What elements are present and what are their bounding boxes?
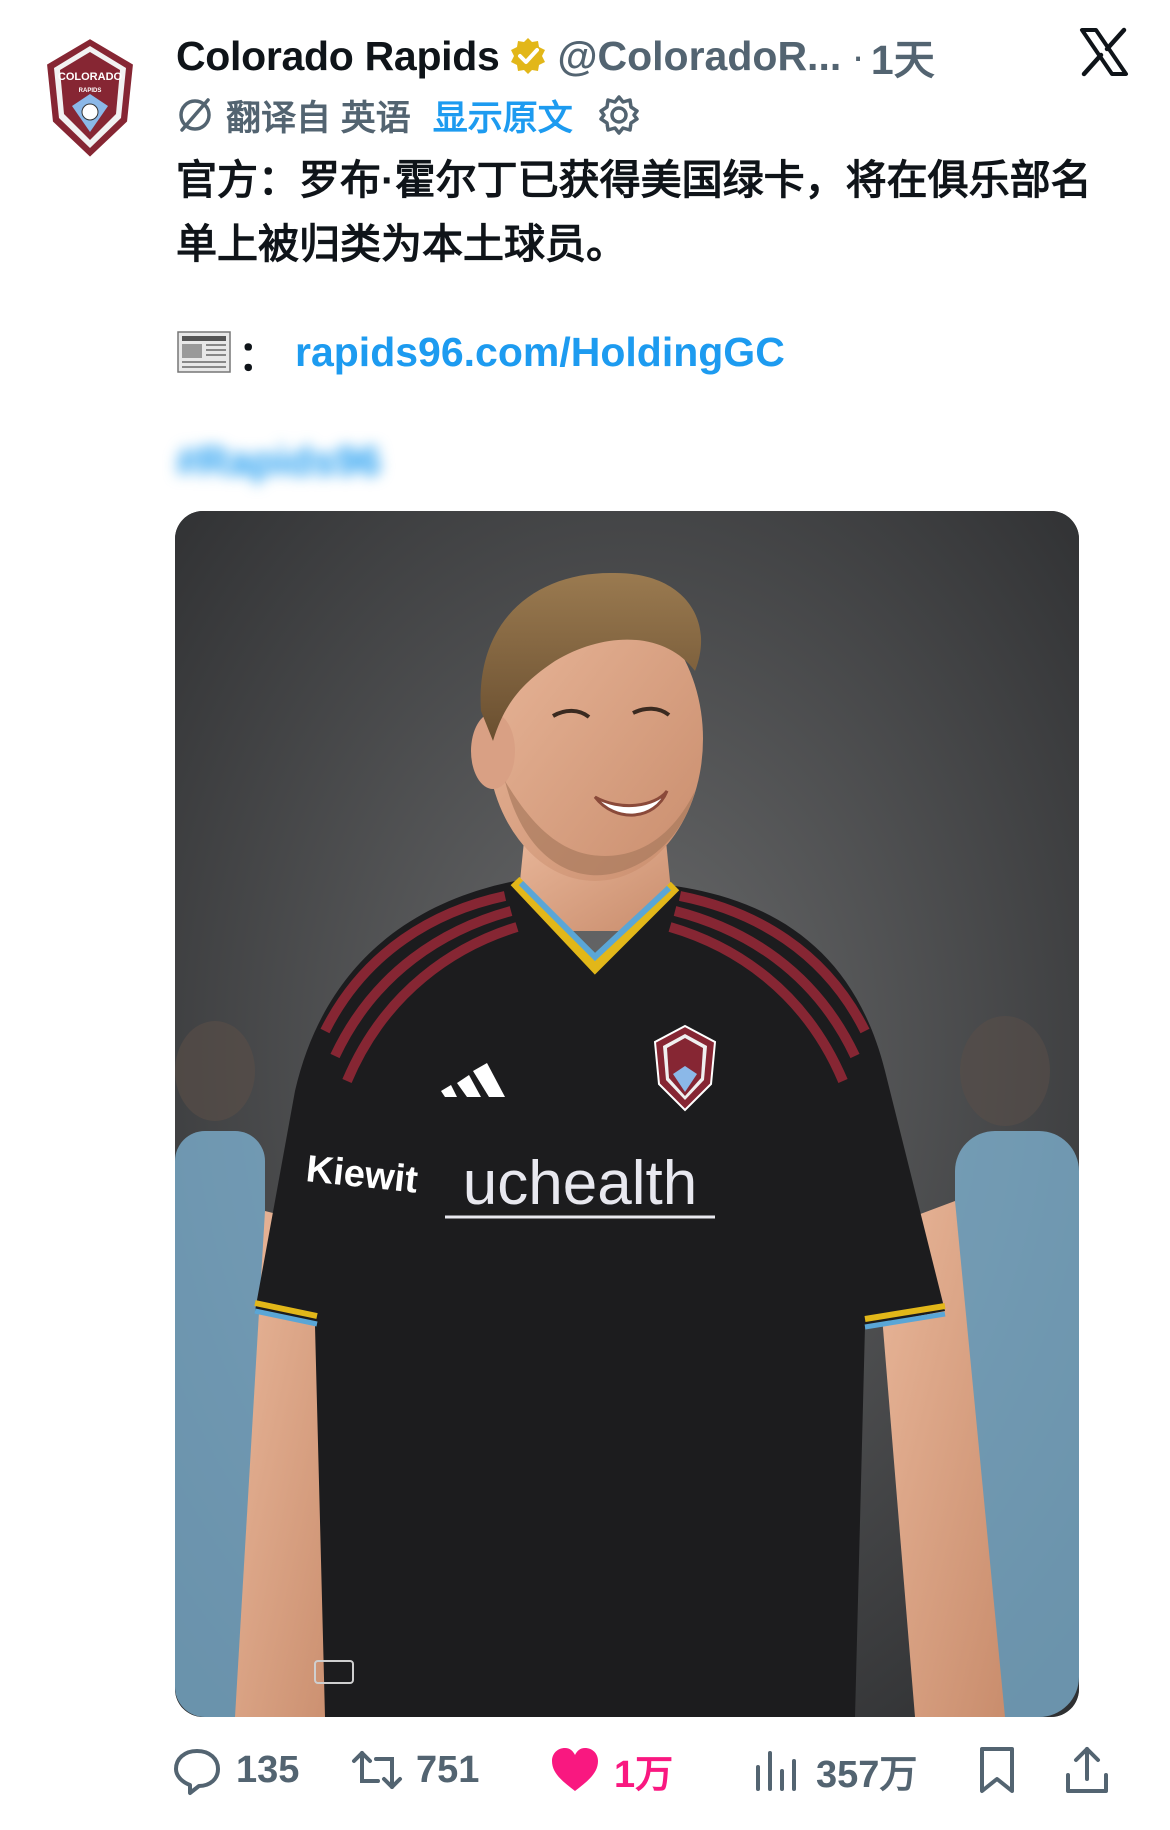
views-count: 357万 xyxy=(816,1753,918,1796)
like-button[interactable]: 1万 xyxy=(548,1735,673,1805)
like-heart-icon xyxy=(552,1748,598,1791)
hashtag-link[interactable]: #Rapids96 xyxy=(176,438,381,494)
tweet-text: 官方：罗布·霍尔丁已获得美国绿卡，将在俱乐部名单上被归类为本土球员。 xyxy=(176,157,1092,267)
author-avatar[interactable]: COLORADO RAPIDS xyxy=(44,36,136,160)
bookmark-icon xyxy=(980,1747,1014,1793)
translated-from-label: 翻译自 英语 xyxy=(226,98,411,138)
share-button[interactable] xyxy=(1060,1735,1114,1805)
views-button[interactable]: 357万 xyxy=(750,1735,917,1805)
translation-bar: 翻译自 英语 显示原文 xyxy=(176,90,641,140)
separator-dot: · xyxy=(851,32,865,79)
reply-button[interactable]: 135 xyxy=(170,1735,299,1805)
like-count: 1万 xyxy=(614,1753,674,1796)
bookmark-button[interactable] xyxy=(970,1735,1024,1805)
avatar-logo-subtext: RAPIDS xyxy=(79,88,102,94)
tweet-actions: 135 751 1万 357万 xyxy=(170,1735,1150,1805)
link-row: ： rapids96.com/HoldingGC xyxy=(176,320,785,384)
avatar-logo-text: COLORADO xyxy=(58,71,123,83)
x-logo-icon[interactable] xyxy=(1078,26,1130,78)
author-name[interactable]: Colorado Rapids xyxy=(176,33,500,80)
share-icon xyxy=(1066,1747,1108,1793)
verified-badge-icon xyxy=(510,38,545,74)
jersey-sponsor-text: uchealth xyxy=(463,1149,697,1218)
views-chart-icon xyxy=(756,1751,796,1791)
link-colon: ： xyxy=(238,333,279,379)
reply-icon xyxy=(174,1749,220,1795)
translate-icon xyxy=(179,98,211,132)
retweet-count: 751 xyxy=(416,1748,480,1791)
retweet-button[interactable]: 751 xyxy=(350,1735,479,1805)
newspaper-icon xyxy=(177,331,231,373)
tweet-header: Colorado Rapids @ColoradoR... · 1天 xyxy=(176,28,1096,84)
post-time[interactable]: 1天 xyxy=(871,26,935,86)
article-link[interactable]: rapids96.com/HoldingGC xyxy=(295,329,785,376)
reply-count: 135 xyxy=(236,1748,300,1791)
author-handle[interactable]: @ColoradoR... xyxy=(558,33,842,80)
tweet-media-image[interactable]: uchealth Kiewit xyxy=(175,511,1079,1717)
retweet-icon xyxy=(352,1751,402,1789)
show-original-link[interactable]: 显示原文 xyxy=(433,90,573,141)
settings-gear-icon[interactable] xyxy=(597,93,641,137)
